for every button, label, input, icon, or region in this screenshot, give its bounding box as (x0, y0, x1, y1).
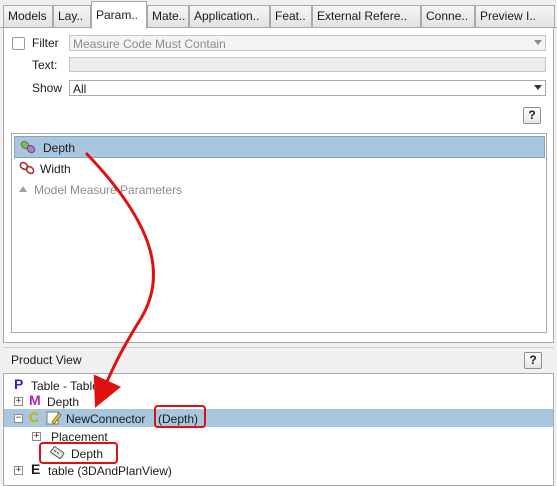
list-item-depth[interactable]: Depth (14, 136, 545, 158)
tab-materials[interactable]: Mate.. (147, 5, 189, 27)
show-label: Show (32, 81, 63, 95)
tab-models[interactable]: Models (3, 5, 53, 27)
collapse-icon[interactable]: − (14, 414, 23, 423)
annotation-highlight-depth-node (39, 442, 118, 464)
expand-icon[interactable]: + (14, 466, 23, 475)
list-item-model-measure-parameters[interactable]: Model Measure Parameters (14, 179, 545, 201)
tab-application[interactable]: Application.. (189, 5, 270, 27)
product-view-header: Product View ? (3, 347, 554, 373)
filter-label: Filter (32, 36, 59, 50)
tree-node-newconnector[interactable]: − C NewConnector (Depth) (4, 409, 553, 427)
list-item-label: Depth (43, 141, 76, 155)
measure-letter-icon: M (29, 392, 41, 408)
annotation-highlight-depth-suffix (154, 405, 206, 428)
chevron-down-icon (534, 40, 542, 45)
tree-node-depth-measure[interactable]: + M Depth (4, 392, 553, 410)
linked-parameter-icon (19, 139, 37, 158)
list-item-label: Model Measure Parameters (34, 183, 183, 197)
tab-preview[interactable]: Preview I.. (475, 5, 555, 27)
element-letter-icon: E (31, 461, 41, 477)
parameter-list[interactable]: Depth Width Model Measure Parameters (11, 133, 547, 333)
filter-criteria-select[interactable]: Measure Code Must Contain (69, 35, 546, 51)
tab-layers[interactable]: Lay.. (53, 5, 91, 27)
tree-node-label: NewConnector (66, 412, 146, 426)
text-label: Text: (32, 58, 58, 72)
tree-node-label: Table - Table (31, 379, 99, 393)
expand-icon[interactable]: + (14, 397, 23, 406)
collapse-up-icon (19, 186, 27, 192)
list-item-label: Width (40, 162, 71, 176)
parameter-chain-icon (18, 160, 36, 179)
tree-node-label: table (3DAndPlanView) (48, 464, 172, 478)
expand-icon[interactable]: + (32, 432, 41, 441)
list-item-width[interactable]: Width (14, 158, 545, 180)
filter-checkbox[interactable] (12, 37, 25, 50)
filter-text-input[interactable] (69, 57, 546, 72)
product-view-title: Product View (11, 353, 82, 367)
tab-features[interactable]: Feat.. (270, 5, 312, 27)
tab-external-references[interactable]: External Refere.. (312, 5, 421, 27)
tab-parameters[interactable]: Param.. (91, 1, 147, 29)
show-select[interactable]: All (69, 80, 546, 96)
tab-divider (0, 27, 557, 28)
product-tree[interactable]: P Table - Table + M Depth − C NewConnect… (3, 373, 554, 486)
connector-letter-icon: C (29, 409, 40, 425)
tab-bar: Models Lay.. Param.. Mate.. Application.… (0, 0, 557, 29)
tree-node-label: Depth (47, 395, 80, 409)
help-button[interactable]: ? (523, 107, 541, 124)
filter-criteria-value: Measure Code Must Contain (73, 37, 226, 51)
show-value: All (73, 82, 87, 96)
tab-connectors[interactable]: Conne.. (421, 5, 475, 27)
product-view-help-button[interactable]: ? (524, 352, 542, 369)
parameters-panel: Filter Measure Code Must Contain Text: S… (3, 28, 554, 343)
chevron-down-icon (534, 85, 542, 90)
product-letter-icon: P (14, 376, 24, 392)
